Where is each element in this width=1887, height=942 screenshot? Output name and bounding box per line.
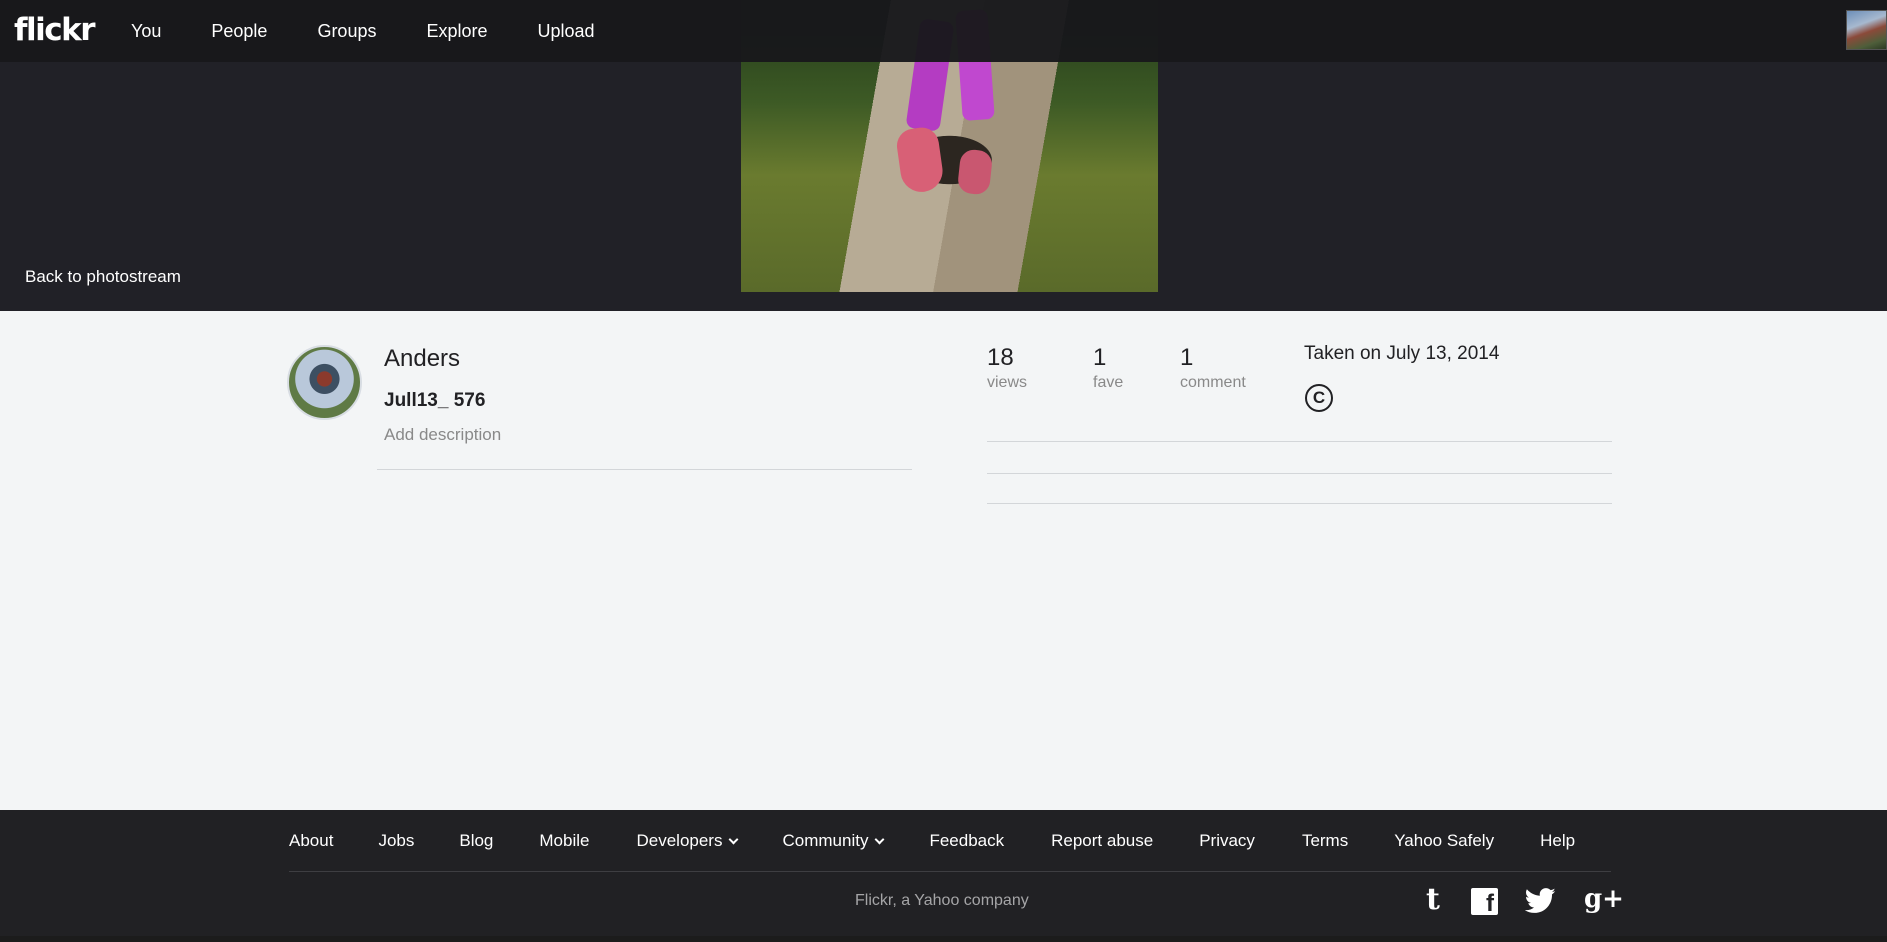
faves-label: fave (1093, 374, 1124, 391)
divider (987, 441, 1612, 442)
taken-date[interactable]: Taken on July 13, 2014 (1304, 343, 1499, 365)
top-navigation: flickr You People Groups Explore Upload (0, 0, 1887, 62)
divider (289, 871, 1611, 872)
photo-detail (894, 125, 946, 195)
footer-developers[interactable]: Developers (636, 830, 739, 851)
twitter-icon-shape (1524, 888, 1556, 913)
stat-comments: 1 comment (1180, 344, 1246, 392)
nav-explore[interactable]: Explore (426, 21, 487, 42)
developers-label: Developers (636, 830, 723, 850)
footer-nav: About Jobs Blog Mobile Developers Commun… (289, 810, 1575, 871)
flickr-logo[interactable]: flickr (14, 12, 96, 48)
owner-avatar[interactable] (287, 345, 362, 420)
footer-help[interactable]: Help (1540, 831, 1575, 851)
footer-blog[interactable]: Blog (459, 831, 493, 851)
community-label: Community (782, 830, 869, 850)
user-avatar[interactable] (1846, 10, 1887, 50)
back-to-photostream-link[interactable]: Back to photostream (25, 267, 181, 287)
footer-jobs[interactable]: Jobs (378, 831, 414, 851)
footer-terms[interactable]: Terms (1302, 831, 1348, 851)
chevron-down-icon (729, 834, 739, 844)
views-count: 18 (987, 344, 1014, 371)
add-description[interactable]: Add description (384, 425, 501, 445)
owner-name[interactable]: Anders (384, 345, 460, 373)
footer-mobile[interactable]: Mobile (539, 831, 589, 851)
photo-detail (956, 148, 994, 196)
footer-community[interactable]: Community (782, 830, 885, 851)
footer-about[interactable]: About (289, 831, 333, 851)
chevron-down-icon (875, 834, 885, 844)
divider (377, 469, 912, 470)
os-taskbar (0, 936, 1887, 942)
copyright-icon[interactable]: C (1305, 384, 1333, 412)
facebook-icon[interactable]: f (1471, 888, 1498, 917)
footer-report-abuse[interactable]: Report abuse (1051, 831, 1153, 851)
stat-faves: 1 fave (1093, 344, 1123, 392)
comments-count: 1 (1180, 344, 1194, 371)
photo-title[interactable]: Jull13_ 576 (384, 390, 485, 412)
nav-people[interactable]: People (211, 21, 267, 42)
divider (987, 473, 1612, 474)
comments-label: comment (1180, 374, 1246, 391)
views-label: views (987, 374, 1028, 391)
nav-you[interactable]: You (131, 21, 161, 42)
divider (987, 503, 1612, 504)
footer-feedback[interactable]: Feedback (929, 831, 1004, 851)
faves-count: 1 (1093, 344, 1107, 371)
footer-yahoo-safely[interactable]: Yahoo Safely (1394, 831, 1494, 851)
nav-groups[interactable]: Groups (317, 21, 376, 42)
googleplus-icon[interactable]: g+ (1584, 884, 1624, 914)
stat-views: 18 views (987, 344, 1027, 392)
nav-upload[interactable]: Upload (538, 21, 595, 42)
main-nav: You People Groups Explore Upload (131, 0, 645, 62)
footer-privacy[interactable]: Privacy (1199, 831, 1255, 851)
tumblr-icon[interactable]: t (1426, 882, 1440, 917)
company-text: Flickr, a Yahoo company (855, 892, 1029, 909)
twitter-icon[interactable] (1524, 888, 1556, 919)
footer: About Jobs Blog Mobile Developers Commun… (0, 810, 1887, 942)
